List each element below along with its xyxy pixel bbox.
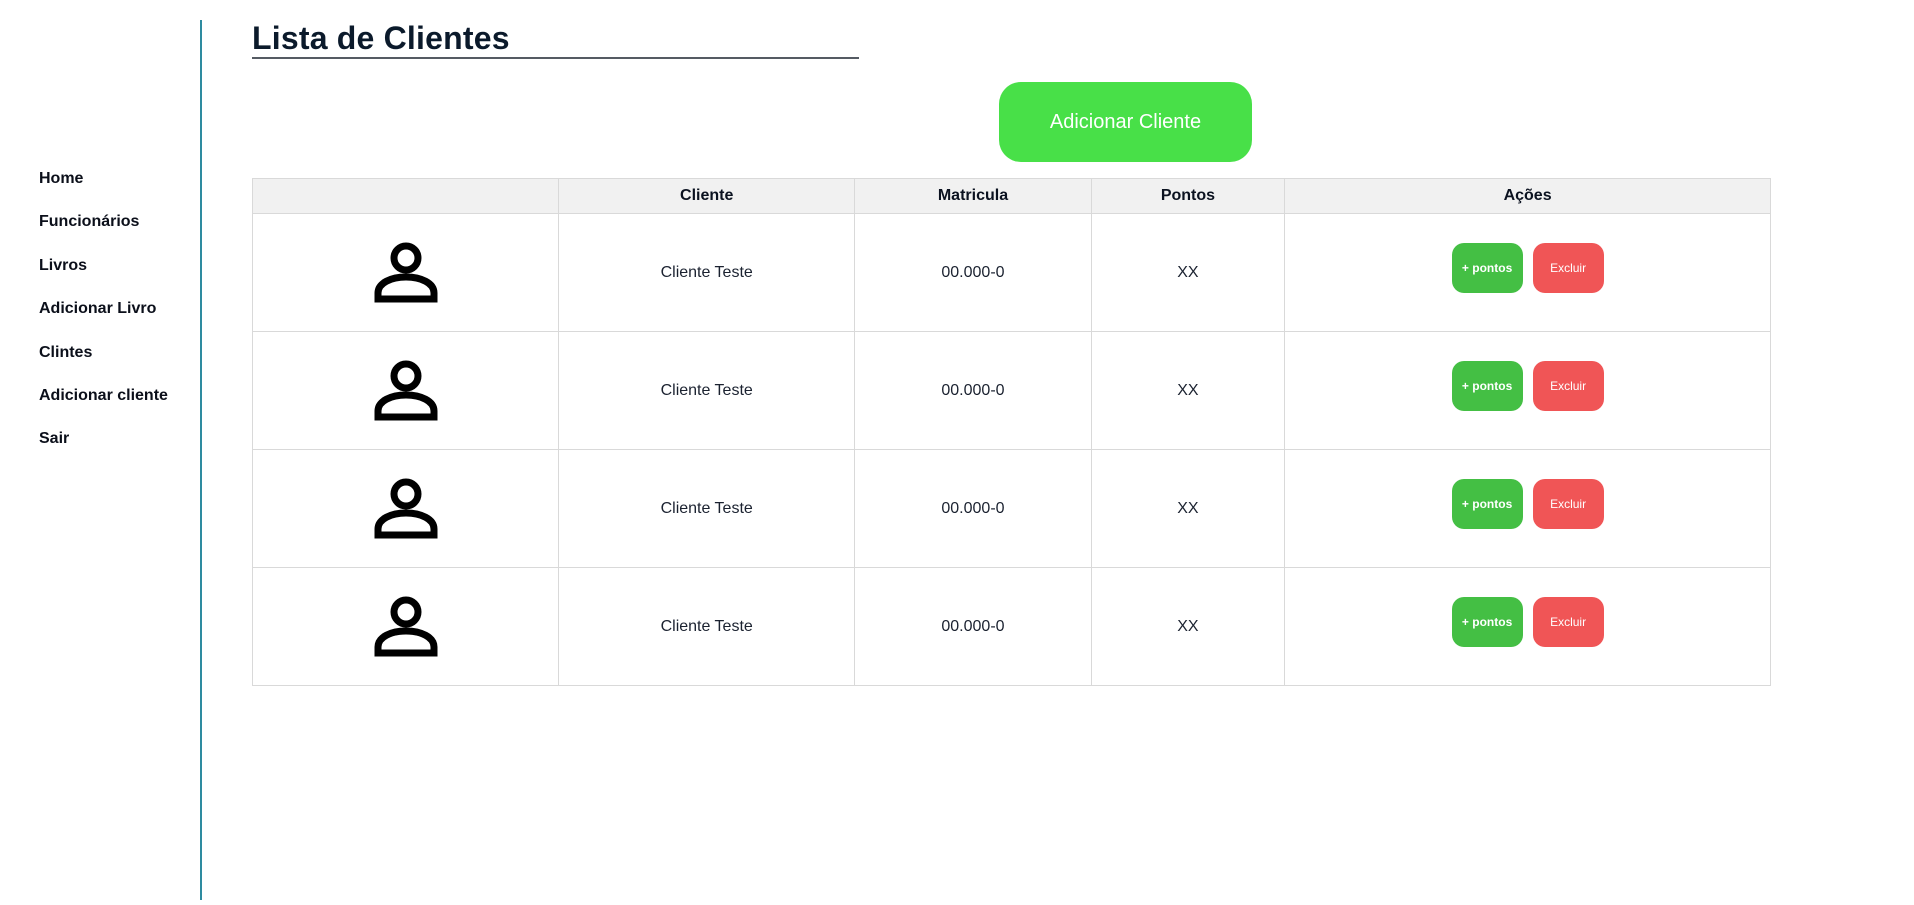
- table-row: Cliente Teste 00.000-0 XX + pontos Exclu…: [251, 331, 1771, 450]
- matricula-cell: 00.000-0: [854, 567, 1092, 686]
- matricula-cell: 00.000-0: [854, 331, 1092, 450]
- header-pontos: Pontos: [1090, 178, 1286, 214]
- actions-cell: + pontos Excluir: [1284, 331, 1771, 450]
- person-icon: [374, 478, 438, 538]
- sidebar-item-funcionarios[interactable]: Funcionários: [39, 211, 168, 254]
- avatar-cell: [251, 213, 560, 332]
- table-header-row: Cliente Matricula Pontos Ações: [251, 178, 1771, 214]
- sidebar-item-adicionar-cliente[interactable]: Adicionar cliente: [39, 385, 168, 428]
- header-avatar: [251, 178, 560, 214]
- actions-cell: + pontos Excluir: [1284, 567, 1771, 686]
- person-icon: [374, 596, 438, 656]
- sidebar-item-livros[interactable]: Livros: [39, 255, 168, 298]
- person-icon: [374, 360, 438, 420]
- add-points-button[interactable]: + pontos: [1451, 360, 1523, 411]
- actions-cell: + pontos Excluir: [1284, 449, 1771, 568]
- sidebar-item-adicionar-livro[interactable]: Adicionar Livro: [39, 298, 168, 341]
- avatar-cell: [251, 567, 560, 686]
- sidebar: Home Funcionários Livros Adicionar Livro…: [0, 0, 200, 905]
- table-row: Cliente Teste 00.000-0 XX + pontos Exclu…: [251, 213, 1771, 332]
- avatar-cell: [251, 449, 560, 568]
- add-points-button[interactable]: + pontos: [1451, 478, 1523, 529]
- pontos-cell: XX: [1090, 213, 1286, 332]
- cliente-cell: Cliente Teste: [558, 213, 856, 332]
- table-row: Cliente Teste 00.000-0 XX + pontos Exclu…: [251, 449, 1771, 568]
- person-icon: [374, 242, 438, 302]
- pontos-cell: XX: [1090, 331, 1286, 450]
- row-actions: + pontos Excluir: [1451, 360, 1604, 411]
- page-title: Lista de Clientes: [252, 20, 510, 56]
- add-points-button[interactable]: + pontos: [1451, 242, 1523, 293]
- row-actions: + pontos Excluir: [1451, 478, 1604, 529]
- header-cliente: Cliente: [558, 178, 856, 214]
- add-client-button[interactable]: Adicionar Cliente: [999, 82, 1252, 162]
- actions-cell: + pontos Excluir: [1284, 213, 1771, 332]
- row-actions: + pontos Excluir: [1451, 242, 1604, 293]
- sidebar-item-sair[interactable]: Sair: [39, 428, 168, 471]
- clients-table: Cliente Matricula Pontos Ações Cliente T…: [251, 178, 1771, 686]
- delete-button[interactable]: Excluir: [1532, 596, 1604, 647]
- cliente-cell: Cliente Teste: [558, 331, 856, 450]
- delete-button[interactable]: Excluir: [1532, 242, 1604, 293]
- sidebar-divider: [200, 20, 202, 900]
- delete-button[interactable]: Excluir: [1532, 478, 1604, 529]
- header-matricula: Matricula: [854, 178, 1092, 214]
- table-row: Cliente Teste 00.000-0 XX + pontos Exclu…: [251, 567, 1771, 686]
- header-acoes: Ações: [1284, 178, 1771, 214]
- add-points-button[interactable]: + pontos: [1451, 596, 1523, 647]
- row-actions: + pontos Excluir: [1451, 596, 1604, 647]
- avatar-cell: [251, 331, 560, 450]
- matricula-cell: 00.000-0: [854, 449, 1092, 568]
- delete-button[interactable]: Excluir: [1532, 360, 1604, 411]
- sidebar-item-home[interactable]: Home: [39, 168, 168, 211]
- sidebar-nav: Home Funcionários Livros Adicionar Livro…: [39, 168, 168, 472]
- pontos-cell: XX: [1090, 449, 1286, 568]
- pontos-cell: XX: [1090, 567, 1286, 686]
- title-underline: [252, 57, 859, 59]
- cliente-cell: Cliente Teste: [558, 567, 856, 686]
- matricula-cell: 00.000-0: [854, 213, 1092, 332]
- cliente-cell: Cliente Teste: [558, 449, 856, 568]
- sidebar-item-clientes[interactable]: Clintes: [39, 342, 168, 385]
